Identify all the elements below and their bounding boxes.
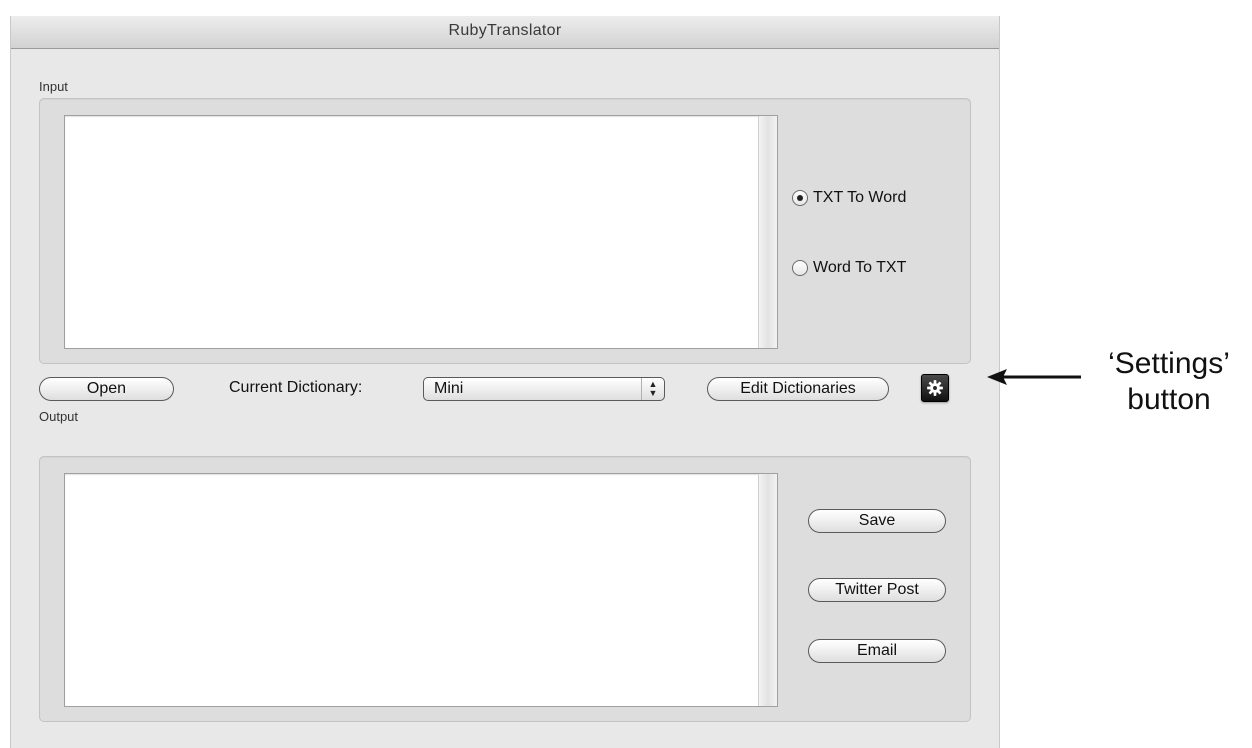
annotation-arrow-icon <box>987 369 1081 385</box>
email-button[interactable]: Email <box>808 639 946 663</box>
window-title: RubyTranslator <box>448 22 562 39</box>
radio-word-to-txt[interactable]: Word To TXT <box>792 259 906 277</box>
annotation-line-2: button <box>1127 383 1211 416</box>
settings-annotation: ‘Settings’ button <box>1086 346 1252 418</box>
output-groupbox: Save Twitter Post Email <box>39 456 971 722</box>
twitter-post-button[interactable]: Twitter Post <box>808 578 946 602</box>
save-button[interactable]: Save <box>808 509 946 533</box>
output-scrollbar[interactable] <box>758 474 777 706</box>
select-arrows-icon: ▲ ▼ <box>641 378 664 400</box>
input-scrollbar[interactable] <box>758 116 777 348</box>
dictionary-select-value: Mini <box>434 380 464 397</box>
radio-txt-to-word-label: TXT To Word <box>813 189 907 206</box>
edit-dictionaries-button[interactable]: Edit Dictionaries <box>707 377 889 401</box>
title-bar[interactable]: RubyTranslator <box>11 16 999 49</box>
current-dictionary-label: Current Dictionary: <box>229 379 363 396</box>
annotation-line-1: ‘Settings’ <box>1108 347 1230 380</box>
input-group-label: Input <box>39 79 68 94</box>
settings-button[interactable] <box>921 374 949 402</box>
input-textarea[interactable] <box>64 115 778 349</box>
radio-word-to-txt-label: Word To TXT <box>813 259 907 276</box>
output-group-label: Output <box>39 409 79 424</box>
app-window: RubyTranslator Input TXT To Word Word To… <box>10 16 1000 748</box>
dictionary-select[interactable]: Mini ▲ ▼ <box>423 377 665 401</box>
open-button[interactable]: Open <box>39 377 174 401</box>
gear-icon <box>927 380 943 396</box>
radio-button-unselected[interactable] <box>792 260 808 276</box>
radio-txt-to-word[interactable]: TXT To Word <box>792 189 906 207</box>
input-groupbox: TXT To Word Word To TXT <box>39 98 971 364</box>
radio-button-selected[interactable] <box>792 190 808 206</box>
output-textarea[interactable] <box>64 473 778 707</box>
